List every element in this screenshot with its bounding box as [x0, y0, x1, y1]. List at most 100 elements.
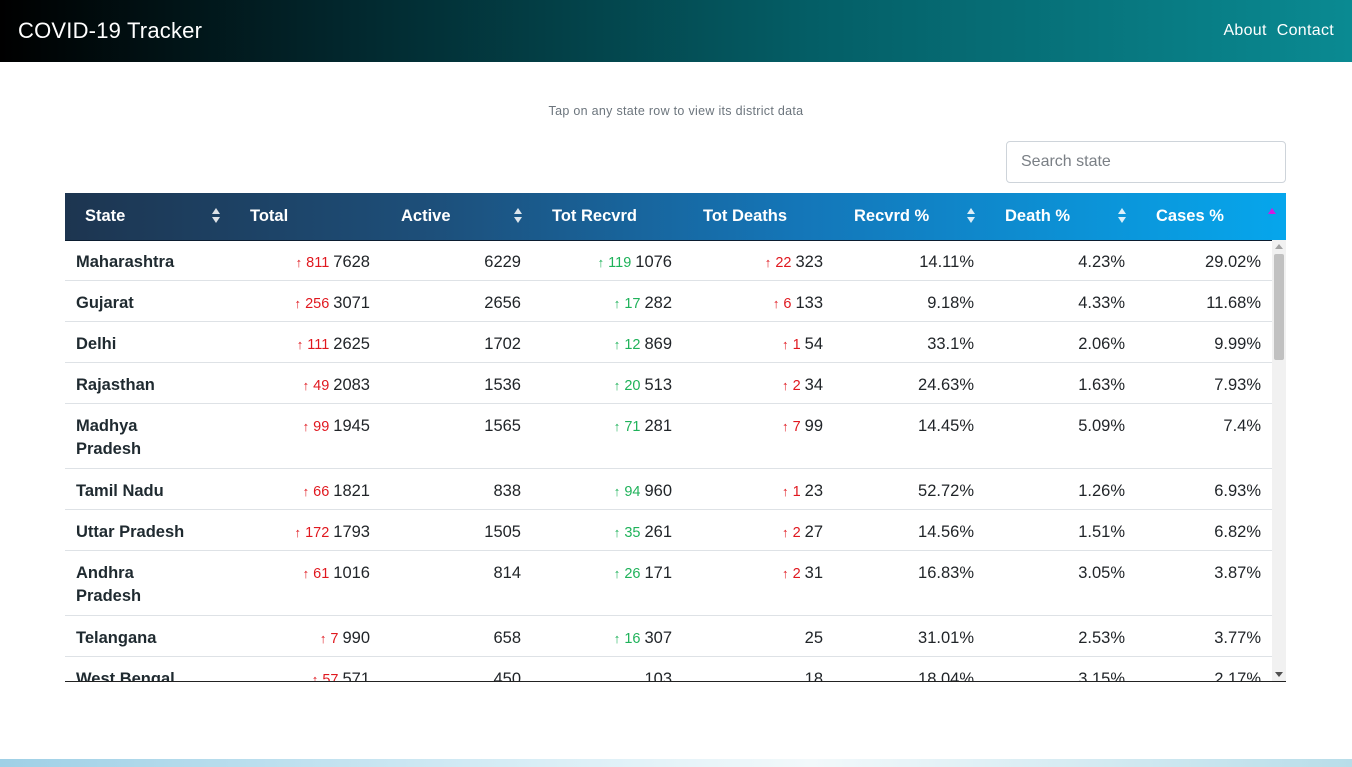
- cell-death-pct: 2.53%: [1078, 629, 1125, 647]
- cell-recovered: ↑ 16 307: [613, 629, 672, 647]
- column-header-death-pct[interactable]: Death %: [985, 193, 1136, 240]
- cell-total: ↑ 111 2625: [296, 335, 370, 353]
- scroll-thumb[interactable]: [1274, 254, 1284, 360]
- cell-total: ↑ 57 571: [230, 657, 381, 681]
- table-row[interactable]: Rajasthan ↑ 49 2083 1536 ↑ 20 513 ↑ 2 34 24.63% 1…: [65, 363, 1272, 404]
- table-row[interactable]: Uttar Pradesh ↑ 172 1793 1505 ↑ 35 261 ↑ 2 27 14…: [65, 510, 1272, 551]
- cell-active: 658: [493, 629, 521, 647]
- arrow-up-icon: ↑: [613, 484, 621, 499]
- cell-total: ↑ 7 990: [319, 629, 370, 647]
- cell-death-pct: 4.33%: [1078, 294, 1125, 312]
- cell-state: West Bengal: [76, 670, 175, 681]
- cell-recovered: 103: [644, 670, 672, 681]
- search-input[interactable]: [1006, 141, 1286, 183]
- table-row[interactable]: Andhra Pradesh ↑ 61 1016 814 ↑ 26 171 ↑ 2 31 16.…: [65, 551, 1272, 616]
- nav-link-contact[interactable]: Contact: [1277, 22, 1334, 40]
- column-header-cases-pct[interactable]: Cases %: [1136, 193, 1286, 240]
- sort-icon[interactable]: [514, 208, 522, 225]
- cell-state: Delhi: [76, 335, 117, 353]
- table-scrollbar[interactable]: [1272, 240, 1286, 681]
- arrow-up-icon: ↑: [311, 672, 319, 681]
- cell-state: Rajasthan: [76, 376, 155, 394]
- cell-active: 1702: [484, 335, 521, 353]
- sort-icon[interactable]: [967, 208, 975, 225]
- cell-deaths: ↑ 2 31: [782, 564, 823, 582]
- arrow-up-icon: ↑: [613, 296, 621, 311]
- arrow-up-icon: ↑: [782, 566, 789, 581]
- column-header-state[interactable]: State: [65, 193, 230, 240]
- table-body: Maharashtra ↑ 811 7628 6229 ↑ 119 1076 ↑ 22 323…: [65, 240, 1272, 681]
- arrow-up-icon: ↑: [764, 255, 772, 270]
- cell-state: Tamil Nadu: [76, 482, 164, 500]
- cell-cases-pct: 3.77%: [1214, 629, 1261, 647]
- column-header-total[interactable]: Total: [230, 193, 381, 240]
- table-row[interactable]: Gujarat ↑ 256 3071 2656 ↑ 17 282 ↑ 6 133 9.18% 4.…: [65, 281, 1272, 322]
- delta-value: ↑ 1: [782, 484, 801, 500]
- delta-value: ↑ 57: [312, 672, 339, 681]
- table-row[interactable]: West Bengal ↑ 57 571 450 103 18 18.04% 3.15% 2.1…: [65, 657, 1272, 681]
- cell-death-pct: 3.05%: [1078, 564, 1125, 582]
- column-header-recovered-pct[interactable]: Recvrd %: [834, 193, 985, 240]
- cell-deaths: ↑ 22 323: [764, 253, 823, 271]
- cell-deaths: ↑ 2 34: [782, 376, 823, 394]
- delta-value: ↑ 35: [613, 525, 641, 541]
- cell-deaths: ↑ 7 99: [782, 417, 823, 435]
- delta-value: ↑ 49: [302, 378, 330, 394]
- delta-value: ↑ 1: [782, 337, 801, 353]
- cell-death-pct: 2.06%: [1078, 335, 1125, 353]
- brand-title[interactable]: COVID-19 Tracker: [18, 18, 202, 44]
- column-header-deaths[interactable]: Tot Deaths: [683, 193, 834, 240]
- cell-recovered-pct: 52.72%: [918, 482, 974, 500]
- nav-links: About Contact: [1223, 22, 1334, 40]
- delta-value: ↑ 26: [613, 566, 641, 582]
- nav-link-about[interactable]: About: [1223, 22, 1266, 40]
- cell-state: Andhra Pradesh: [76, 564, 142, 605]
- cell-cases-pct: 2.17%: [1214, 670, 1261, 681]
- scroll-down-icon[interactable]: [1275, 672, 1283, 677]
- table-row[interactable]: Maharashtra ↑ 811 7628 6229 ↑ 119 1076 ↑ 22 323…: [65, 240, 1272, 281]
- table-row[interactable]: Tamil Nadu ↑ 66 1821 838 ↑ 94 960 ↑ 1 23 52.72% 1…: [65, 469, 1272, 510]
- cell-active: 2656: [484, 294, 521, 312]
- arrow-up-icon: ↑: [613, 378, 621, 393]
- cell-recovered-pct: 33.1%: [927, 335, 974, 353]
- delta-value: ↑ 7: [782, 419, 801, 435]
- cell-total: ↑ 172 1793: [294, 523, 370, 541]
- table-row[interactable]: Delhi ↑ 111 2625 1702 ↑ 12 869 ↑ 1 54 33.1% 2.06%…: [65, 322, 1272, 363]
- delta-value: ↑ 256: [294, 296, 330, 312]
- arrow-up-icon: ↑: [294, 525, 302, 540]
- cell-recovered: ↑ 119 1076: [597, 253, 672, 271]
- district-hint: Tap on any state row to view its distric…: [548, 104, 804, 118]
- column-header-active[interactable]: Active: [381, 193, 532, 240]
- cell-state: Gujarat: [76, 294, 134, 312]
- delta-value: ↑ 66: [302, 484, 330, 500]
- sort-icon[interactable]: [212, 208, 220, 225]
- cell-recovered-pct: 18.04%: [918, 670, 974, 681]
- scroll-up-icon[interactable]: [1275, 244, 1283, 249]
- cell-active: 838: [493, 482, 521, 500]
- column-header-recovered[interactable]: Tot Recvrd: [532, 193, 683, 240]
- sort-icon[interactable]: [1268, 208, 1276, 225]
- cell-active: 6229: [484, 253, 521, 271]
- cell-death-pct: 1.26%: [1078, 482, 1125, 500]
- arrow-up-icon: ↑: [302, 378, 310, 393]
- cell-recovered: ↑ 71 281: [613, 417, 672, 435]
- arrow-up-icon: ↑: [613, 337, 621, 352]
- cell-active: 1565: [484, 417, 521, 435]
- cell-death-pct: 1.63%: [1078, 376, 1125, 394]
- cell-death-pct: 5.09%: [1078, 417, 1125, 435]
- arrow-up-icon: ↑: [782, 419, 789, 434]
- arrow-up-icon: ↑: [597, 255, 605, 270]
- cell-cases-pct: 7.93%: [1214, 376, 1261, 394]
- cell-cases-pct: 29.02%: [1205, 253, 1261, 271]
- delta-value: ↑ 99: [302, 419, 330, 435]
- delta-value: ↑ 6: [772, 296, 792, 312]
- table-row[interactable]: Madhya Pradesh ↑ 99 1945 1565 ↑ 71 281 ↑ 7 99 14…: [65, 404, 1272, 469]
- cell-total: ↑ 66 1821: [302, 482, 370, 500]
- cell-cases-pct: 11.68%: [1206, 294, 1261, 312]
- sort-icon[interactable]: [1118, 208, 1126, 225]
- cell-active: 1505: [484, 523, 521, 541]
- cell-active: 1536: [484, 376, 521, 394]
- cell-recovered-pct: 14.45%: [918, 417, 974, 435]
- table-row[interactable]: Telangana ↑ 7 990 658 ↑ 16 307 25 31.01% 2.53% 3.…: [65, 616, 1272, 657]
- delta-value: ↑ 61: [302, 566, 330, 582]
